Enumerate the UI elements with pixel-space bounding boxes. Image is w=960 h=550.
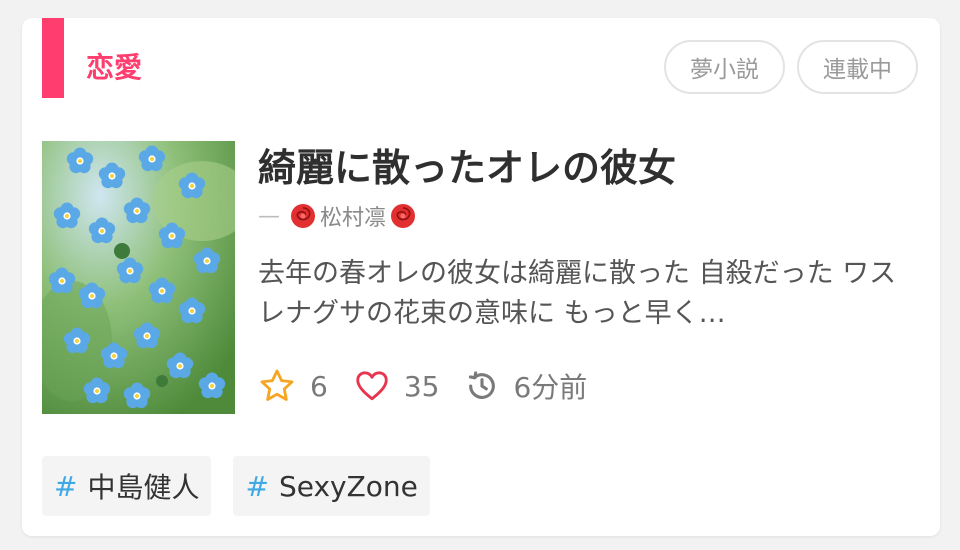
star-icon (260, 369, 294, 401)
hash-icon: # (54, 469, 78, 503)
heart-icon (356, 371, 388, 401)
tag-list: # 中島健人 # SexyZone (42, 456, 430, 516)
genre-accent-bar (42, 18, 64, 98)
likes-stat: 35 (354, 368, 440, 404)
forget-me-not-flowers-image (42, 141, 235, 414)
badge-dream-novel: 夢小説 (664, 40, 785, 94)
history-clock-icon (469, 371, 496, 399)
author-name: 松村凛 (320, 206, 387, 231)
cover-image[interactable] (42, 141, 235, 414)
updated-time: 6分前 (513, 371, 588, 404)
story-title[interactable]: 綺麗に散ったオレの彼女 (258, 140, 918, 196)
tag-chip[interactable]: # 中島健人 (42, 456, 212, 516)
badge-serializing: 連載中 (797, 40, 918, 94)
rose-icon (391, 204, 416, 228)
tag-label: 中島健人 (87, 471, 200, 504)
stars-count: 6 (310, 369, 328, 403)
author-dash: — (258, 203, 280, 229)
story-card[interactable]: 恋愛 夢小説 連載中 綺麗に散ったオレの彼女 — 松村凛 去年の春オレの彼女は綺… (22, 18, 940, 536)
tag-chip[interactable]: # SexyZone (233, 456, 430, 516)
likes-count: 35 (403, 369, 440, 403)
hash-icon: # (245, 469, 269, 503)
tag-label: SexyZone (278, 469, 418, 503)
genre-label: 恋愛 (86, 51, 143, 84)
author-line[interactable]: — 松村凛 (258, 198, 416, 234)
story-description: 去年の春オレの彼女は綺麗に散った 自殺だった ワスレナグサの花束の意味に もっと… (258, 258, 897, 329)
stars-stat: 6 (258, 367, 328, 405)
rose-icon (291, 204, 315, 228)
story-stats: 6 35 6分前 (258, 364, 613, 408)
badge-group: 夢小説 連載中 (664, 40, 918, 94)
updated-stat: 6分前 (465, 366, 587, 406)
